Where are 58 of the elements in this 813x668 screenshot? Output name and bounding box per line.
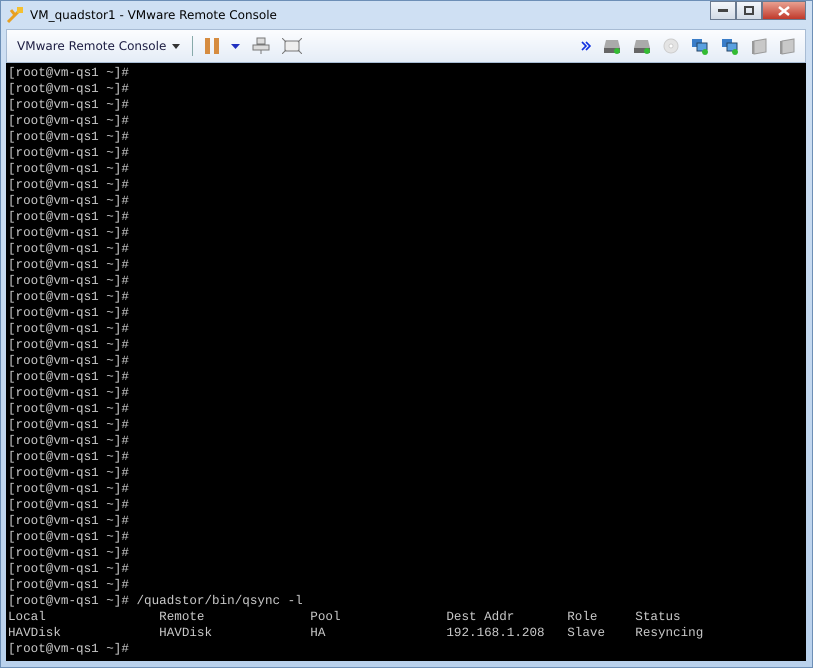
network-adapter-icon[interactable]	[721, 38, 739, 54]
caret-icon	[172, 44, 180, 48]
terminal-line: [root@vm-qs1 ~]#	[8, 177, 130, 193]
terminal-line: [root@vm-qs1 ~]#	[8, 305, 130, 321]
terminal-line: [root@vm-qs1 ~]#	[8, 97, 130, 113]
terminal-line: [root@vm-qs1 ~]#	[8, 81, 130, 97]
menu-button[interactable]: VMware Remote Console	[17, 39, 180, 53]
terminal-line: [root@vm-qs1 ~]#	[8, 385, 130, 401]
terminal-line: [root@vm-qs1 ~]#	[8, 641, 130, 657]
minimize-icon	[718, 8, 728, 12]
terminal-line: [root@vm-qs1 ~]#	[8, 209, 130, 225]
terminal-line: [root@vm-qs1 ~]#	[8, 129, 130, 145]
terminal-line: [root@vm-qs1 ~]#	[8, 337, 130, 353]
fullscreen-icon[interactable]	[282, 38, 302, 54]
terminal-line: [root@vm-qs1 ~]#	[8, 481, 130, 497]
minimize-button[interactable]	[710, 1, 736, 20]
terminal-line: [root@vm-qs1 ~]#	[8, 193, 130, 209]
terminal-line: Local Remote Pool Dest Addr Role Status	[8, 609, 682, 625]
terminal-line: [root@vm-qs1 ~]#	[8, 225, 130, 241]
maximize-icon	[744, 6, 754, 15]
terminal-line: [root@vm-qs1 ~]#	[8, 401, 130, 417]
close-button[interactable]	[762, 1, 806, 20]
terminal-line: [root@vm-qs1 ~]#	[8, 241, 130, 257]
terminal-line: HAVDisk HAVDisk HA 192.168.1.208 Slave Resyncing	[8, 625, 704, 641]
terminal-line: [root@vm-qs1 ~]#	[8, 545, 130, 561]
terminal-line: [root@vm-qs1 ~]#	[8, 449, 130, 465]
hard-drive-icon[interactable]	[603, 38, 621, 54]
double-chevron-icon[interactable]	[581, 41, 591, 51]
window-title: VM_quadstor1 - VMware Remote Console	[30, 8, 277, 22]
terminal-line: [root@vm-qs1 ~]# /quadstor/bin/qsync -l	[8, 593, 304, 609]
terminal-line: [root@vm-qs1 ~]#	[8, 497, 130, 513]
terminal-line: [root@vm-qs1 ~]#	[8, 353, 130, 369]
terminal-line: [root@vm-qs1 ~]#	[8, 113, 130, 129]
terminal-line: [root@vm-qs1 ~]#	[8, 145, 130, 161]
device-icon[interactable]	[751, 38, 767, 54]
hard-drive-icon[interactable]	[633, 38, 651, 54]
terminal-line: [root@vm-qs1 ~]#	[8, 289, 130, 305]
pause-icon[interactable]	[205, 38, 220, 54]
caret-icon[interactable]	[231, 44, 240, 48]
terminal-line: [root@vm-qs1 ~]#	[8, 561, 130, 577]
logo-icon	[6, 6, 24, 24]
close-icon	[778, 6, 790, 16]
network-adapter-icon[interactable]	[691, 38, 709, 54]
terminal-line: [root@vm-qs1 ~]#	[8, 433, 130, 449]
terminal-line: [root@vm-qs1 ~]#	[8, 257, 130, 273]
terminal-line: [root@vm-qs1 ~]#	[8, 65, 130, 81]
terminal-line: [root@vm-qs1 ~]#	[8, 465, 130, 481]
terminal-line: [root@vm-qs1 ~]#	[8, 417, 130, 433]
terminal-line: [root@vm-qs1 ~]#	[8, 321, 130, 337]
terminal-line: [root@vm-qs1 ~]#	[8, 513, 130, 529]
terminal-line: [root@vm-qs1 ~]#	[8, 577, 130, 593]
device-icon[interactable]	[779, 38, 795, 54]
terminal-line: [root@vm-qs1 ~]#	[8, 273, 130, 289]
terminal-line: [root@vm-qs1 ~]#	[8, 369, 130, 385]
network-icon[interactable]	[252, 37, 270, 55]
terminal-line: [root@vm-qs1 ~]#	[8, 529, 130, 545]
terminal-line: [root@vm-qs1 ~]#	[8, 161, 130, 177]
maximize-button[interactable]	[736, 1, 762, 20]
